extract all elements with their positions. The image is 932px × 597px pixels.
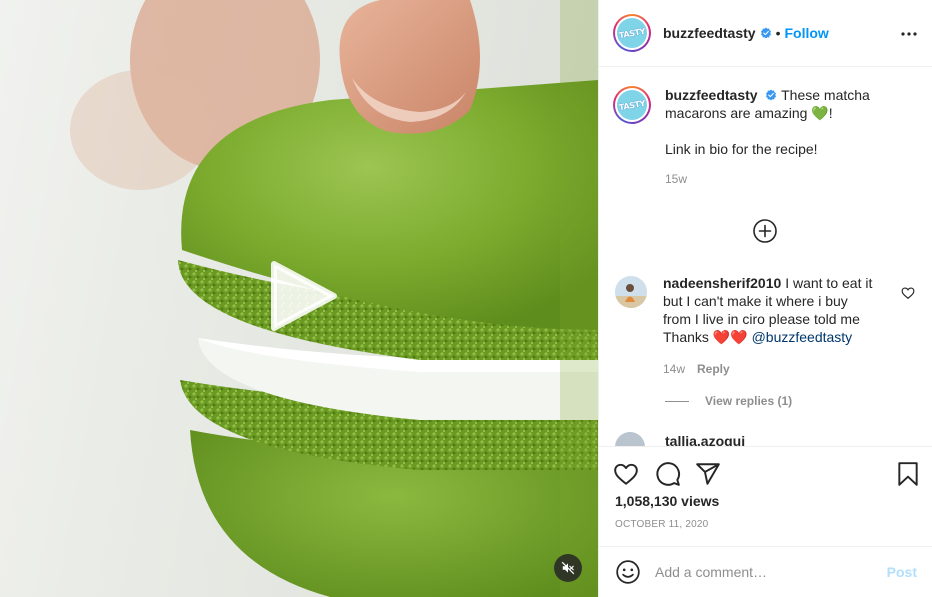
tasty-logo: TASTY: [614, 15, 650, 51]
tasty-logo: TASTY: [614, 87, 650, 123]
post-media[interactable]: [0, 0, 598, 597]
caption-timestamp[interactable]: 15w: [665, 170, 875, 188]
post-caption: TASTY buzzfeedtasty These matcha macaron…: [613, 86, 913, 188]
post-comment-button[interactable]: Post: [887, 564, 917, 580]
reply-button[interactable]: Reply: [697, 360, 730, 378]
green-heart-emoji: 💚: [811, 105, 829, 121]
verified-badge-icon: [766, 89, 777, 101]
post-side-panel: TASTY buzzfeedtasty • Follow TASTY buzzf…: [598, 0, 932, 597]
add-comment-bar: Post: [599, 546, 932, 597]
separator-dot: •: [775, 25, 781, 41]
verified-badge-icon: [760, 27, 771, 39]
post-header: TASTY buzzfeedtasty • Follow: [599, 0, 932, 67]
view-replies-button[interactable]: View replies (1): [665, 394, 792, 408]
comment-username[interactable]: nadeensherif2010: [663, 275, 781, 291]
send-icon[interactable]: [695, 461, 721, 487]
comment-item: tallia.azoqui: [615, 432, 745, 446]
caption-username[interactable]: buzzfeedtasty: [665, 87, 758, 103]
caption-exclamation: !: [828, 105, 833, 121]
avatar[interactable]: [615, 276, 647, 308]
comments-list[interactable]: TASTY buzzfeedtasty These matcha macaron…: [599, 68, 932, 446]
more-options-button[interactable]: [899, 24, 919, 44]
view-replies-label: View replies (1): [705, 394, 793, 408]
avatar[interactable]: TASTY: [613, 14, 651, 52]
header-username[interactable]: buzzfeedtasty: [663, 25, 756, 41]
red-hearts-emoji: ❤️❤️: [712, 329, 748, 345]
caption-line2: Link in bio for the recipe!: [665, 141, 818, 157]
mute-toggle-button[interactable]: [554, 554, 582, 582]
user-photo: [615, 276, 647, 308]
bookmark-icon[interactable]: [895, 461, 921, 487]
smiley-icon[interactable]: [615, 559, 641, 585]
view-count[interactable]: 1,058,130 views: [615, 493, 719, 509]
play-button[interactable]: [262, 256, 342, 336]
comment-icon[interactable]: [655, 461, 681, 487]
follow-button[interactable]: Follow: [784, 25, 828, 41]
heart-icon[interactable]: [901, 286, 915, 300]
post-actions: 1,058,130 views OCTOBER 11, 2020: [599, 446, 932, 546]
comment-input[interactable]: [655, 564, 887, 580]
comment-item: nadeensherif2010 I want to eat it but I …: [613, 274, 919, 378]
more-options-icon: [901, 32, 917, 36]
mention-link[interactable]: @buzzfeedtasty: [752, 329, 853, 345]
heart-icon[interactable]: [613, 461, 639, 487]
avatar[interactable]: [615, 432, 645, 446]
post-date[interactable]: OCTOBER 11, 2020: [615, 519, 708, 530]
comment-username[interactable]: tallia.azoqui: [665, 432, 745, 446]
muted-speaker-icon: [561, 561, 575, 575]
avatar[interactable]: TASTY: [613, 86, 651, 124]
divider: [665, 400, 689, 402]
comment-timestamp[interactable]: 14w: [663, 360, 685, 378]
plus-circle-icon[interactable]: [752, 218, 778, 244]
